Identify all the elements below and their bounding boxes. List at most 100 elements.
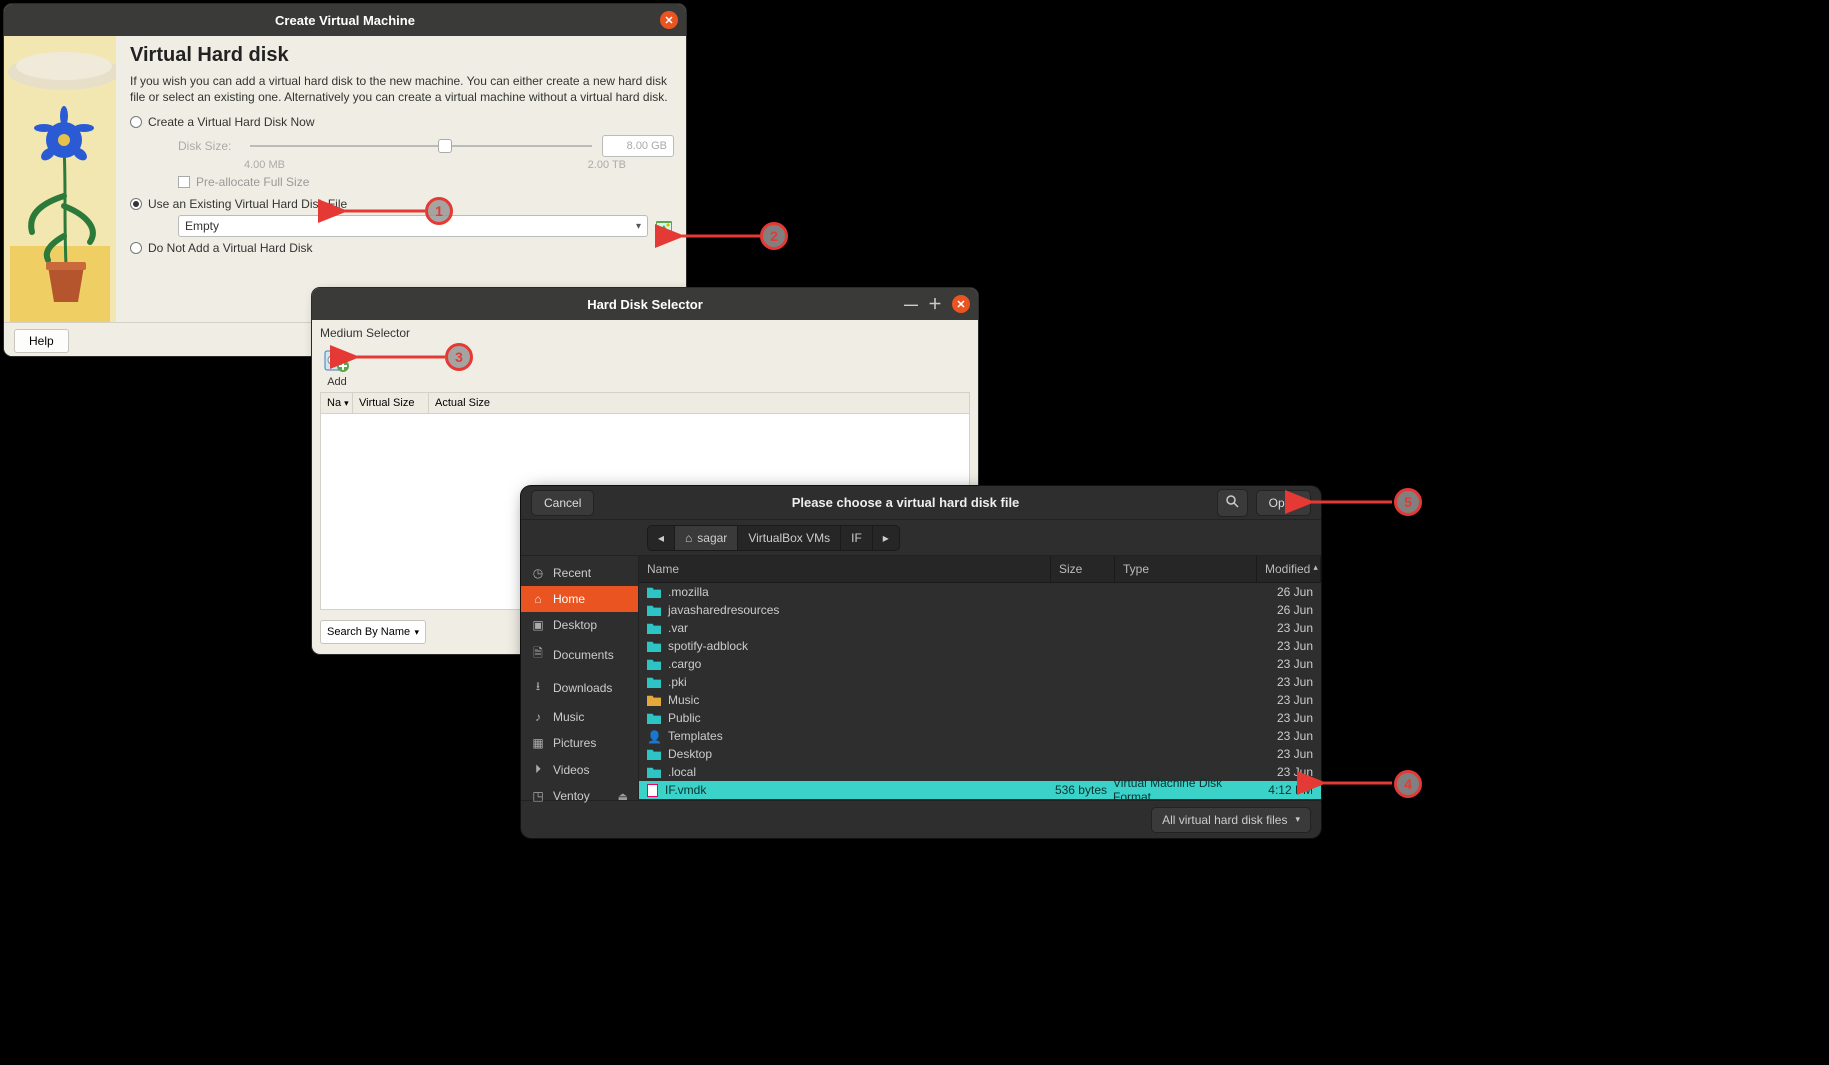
preallocate-row: Pre-allocate Full Size [178, 175, 674, 189]
crumb-vms[interactable]: VirtualBox VMs [738, 525, 841, 551]
crumb-home[interactable]: ⌂ sagar [675, 525, 738, 551]
music-icon: ♪ [531, 710, 545, 724]
file-type: Virtual Machine Disk Format [1113, 776, 1255, 800]
col-name[interactable]: Na▾ [321, 393, 353, 413]
existing-disk-combo[interactable]: Empty ▾ [178, 215, 648, 237]
chevron-down-icon: ▾ [636, 221, 641, 232]
document-icon: 🗎 [531, 644, 545, 665]
radio-label: Create a Virtual Hard Disk Now [148, 115, 315, 129]
close-icon[interactable]: ✕ [660, 11, 678, 29]
file-row[interactable]: spotify-adblock23 Jun [639, 637, 1321, 655]
file-name: .local [668, 765, 696, 779]
place-downloads[interactable]: ⭳Downloads [521, 671, 638, 704]
place-music[interactable]: ♪Music [521, 704, 638, 730]
maximize-icon[interactable]: ＋ [928, 294, 942, 314]
preallocate-label: Pre-allocate Full Size [196, 175, 309, 189]
help-button[interactable]: Help [14, 329, 69, 353]
file-row[interactable]: Desktop23 Jun [639, 745, 1321, 763]
file-row[interactable]: .var23 Jun [639, 619, 1321, 637]
annotation-4: 4 [1394, 770, 1422, 798]
folder-icon [647, 604, 661, 616]
file-name: Public [668, 711, 701, 725]
crumb-forward[interactable]: ▸ [873, 525, 899, 551]
file-row[interactable]: .cargo23 Jun [639, 655, 1321, 673]
file-row[interactable]: Public23 Jun [639, 709, 1321, 727]
close-icon[interactable]: ✕ [952, 295, 970, 313]
folder-icon [647, 694, 661, 706]
combo-value: Empty [185, 219, 219, 233]
open-button[interactable]: Open [1256, 490, 1311, 516]
radio-use-existing[interactable]: Use an Existing Virtual Hard Disk File [130, 197, 674, 211]
file-modified: 23 Jun [1255, 693, 1313, 707]
wizard-sidebar [4, 36, 116, 322]
place-documents[interactable]: 🗎Documents [521, 638, 638, 671]
filter-label: All virtual hard disk files [1162, 813, 1287, 827]
place-pictures[interactable]: ▦Pictures [521, 730, 638, 756]
file-chooser-header: Cancel Please choose a virtual hard disk… [521, 486, 1321, 520]
disk-size-value: 8.00 GB [602, 135, 674, 157]
radio-no-disk[interactable]: Do Not Add a Virtual Hard Disk [130, 241, 674, 255]
annotation-2: 2 [760, 222, 788, 250]
add-button[interactable]: Add [320, 344, 354, 392]
crumb-if[interactable]: IF [841, 525, 873, 551]
col-name[interactable]: Name [639, 556, 1051, 582]
place-desktop[interactable]: ▣Desktop [521, 612, 638, 638]
window-title: Create Virtual Machine [275, 13, 415, 28]
add-label: Add [327, 376, 347, 388]
medium-table-header: Na▾ Virtual Size Actual Size [320, 392, 970, 414]
file-filter-dropdown[interactable]: All virtual hard disk files ▾ [1151, 807, 1311, 833]
file-row[interactable]: .pki 23 Jun [639, 673, 1321, 691]
place-ventoy[interactable]: ◳Ventoy⏏ [521, 783, 638, 809]
radio-label: Do Not Add a Virtual Hard Disk [148, 241, 313, 255]
annotation-5: 5 [1394, 488, 1422, 516]
col-actual-size[interactable]: Actual Size [429, 393, 969, 413]
file-icon [647, 784, 658, 797]
search-button[interactable] [1217, 489, 1248, 517]
file-name: .cargo [668, 657, 701, 671]
search-icon [1226, 495, 1239, 508]
crumb-back[interactable]: ◂ [648, 525, 675, 551]
col-type[interactable]: Type [1115, 556, 1257, 582]
file-row[interactable]: IF.vmdk536 bytesVirtual Machine Disk For… [639, 781, 1321, 799]
col-virtual-size[interactable]: Virtual Size [353, 393, 429, 413]
window-title: Hard Disk Selector [587, 297, 703, 312]
file-row[interactable]: javasharedresources26 Jun [639, 601, 1321, 619]
place-videos[interactable]: ⏵Videos [521, 756, 638, 783]
file-modified: 23 Jun [1255, 729, 1313, 743]
search-by-name[interactable]: Search By Name ▾ [320, 620, 426, 644]
file-chooser-title: Please choose a virtual hard disk file [602, 495, 1208, 510]
file-size: 536 bytes [1049, 783, 1113, 797]
annotation-3: 3 [445, 343, 473, 371]
cancel-button[interactable]: Cancel [531, 490, 594, 516]
folder-icon [647, 658, 661, 670]
radio-label: Use an Existing Virtual Hard Disk File [148, 197, 347, 211]
places-sidebar: ◷Recent ⌂Home ▣Desktop 🗎Documents ⭳Downl… [521, 556, 639, 800]
file-name: .pki [668, 675, 687, 689]
folder-icon [647, 586, 661, 598]
file-modified: 23 Jun [1255, 675, 1313, 689]
folder-picture-icon [656, 218, 672, 234]
range-min: 4.00 MB [244, 159, 285, 171]
file-row[interactable]: 👤Templates23 Jun [639, 727, 1321, 745]
col-size[interactable]: Size [1051, 556, 1115, 582]
eject-icon[interactable]: ⏏ [618, 790, 628, 803]
file-modified: 23 Jun [1255, 639, 1313, 653]
file-row[interactable]: Music23 Jun [639, 691, 1321, 709]
video-icon: ⏵ [531, 762, 545, 777]
chevron-down-icon: ▾ [414, 627, 419, 638]
minimize-icon[interactable]: — [904, 296, 918, 312]
col-modified[interactable]: Modified▴ [1257, 556, 1321, 582]
file-chooser-window: Cancel Please choose a virtual hard disk… [521, 486, 1321, 838]
file-row[interactable]: .mozilla26 Jun [639, 583, 1321, 601]
desktop-icon: ▣ [531, 618, 545, 632]
place-home[interactable]: ⌂Home [521, 586, 638, 612]
place-recent[interactable]: ◷Recent [521, 560, 638, 586]
radio-create-new[interactable]: Create a Virtual Hard Disk Now [130, 115, 674, 129]
wizard-content: Virtual Hard disk If you wish you can ad… [116, 36, 686, 322]
browse-disk-button[interactable] [654, 216, 674, 236]
page-heading: Virtual Hard disk [130, 44, 674, 67]
titlebar: Create Virtual Machine ✕ [4, 4, 686, 36]
file-name: Templates [668, 729, 723, 743]
folder-icon [647, 676, 661, 688]
folder-icon [647, 766, 661, 778]
